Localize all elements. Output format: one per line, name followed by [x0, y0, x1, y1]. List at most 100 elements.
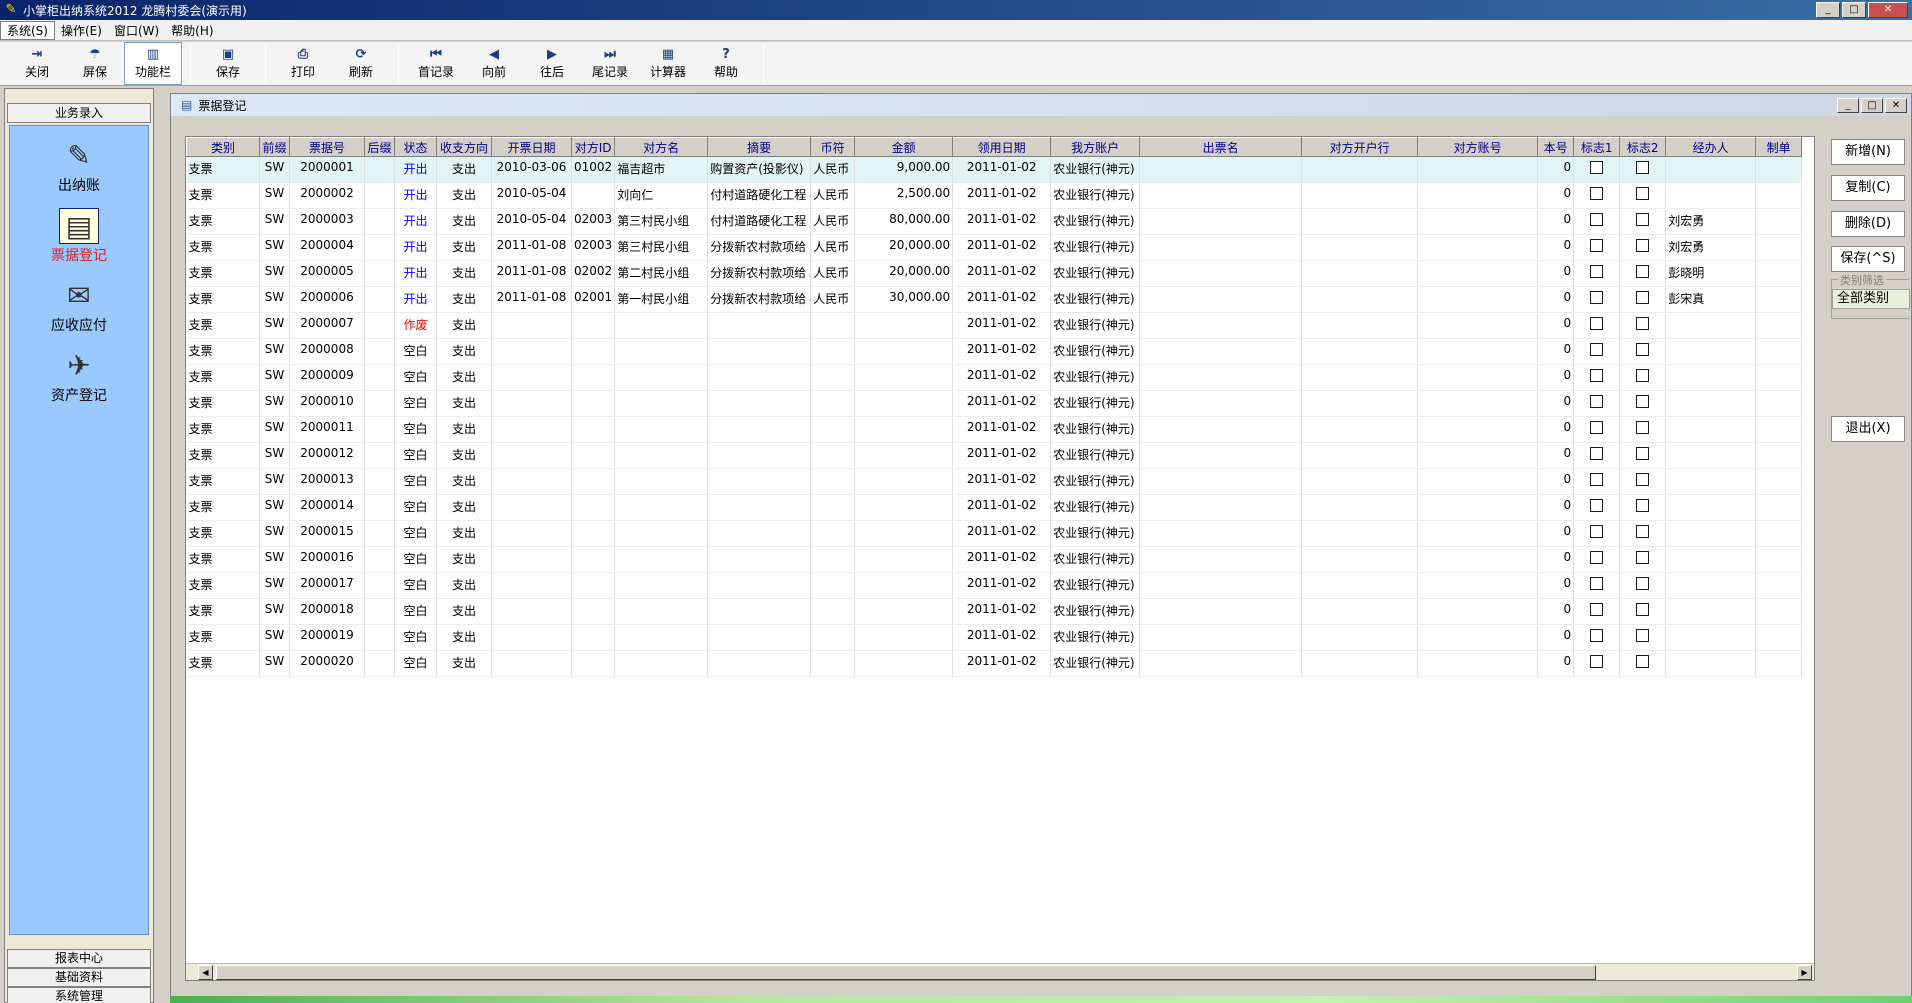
table-cell[interactable] [1619, 390, 1667, 417]
column-header[interactable]: 标志2 [1619, 137, 1667, 157]
table-cell[interactable] [1665, 494, 1757, 521]
table-cell[interactable]: 支票 [186, 442, 260, 469]
table-cell[interactable] [491, 624, 572, 651]
table-cell[interactable]: 支票 [186, 208, 260, 235]
table-cell[interactable]: 人民币 [810, 286, 856, 313]
table-cell[interactable] [364, 364, 395, 391]
table-cell[interactable] [810, 312, 856, 339]
table-cell[interactable]: 作废 [394, 312, 437, 339]
table-cell[interactable] [1417, 260, 1539, 287]
table-cell[interactable] [364, 416, 395, 443]
table-cell[interactable] [1301, 572, 1419, 599]
table-cell[interactable]: 农业银行(神元) [1050, 546, 1141, 573]
table-cell[interactable] [491, 494, 572, 521]
column-header[interactable]: 金额 [854, 137, 954, 157]
table-cell[interactable]: 刘宏勇 [1665, 234, 1757, 261]
table-cell[interactable]: 开出 [394, 286, 437, 313]
table-cell[interactable] [1755, 260, 1803, 287]
table-cell[interactable] [1301, 234, 1419, 261]
table-cell[interactable] [364, 182, 395, 209]
table-cell[interactable] [854, 364, 954, 391]
table-cell[interactable] [1573, 624, 1621, 651]
table-cell[interactable]: 2011-01-02 [952, 312, 1052, 339]
flag-checkbox[interactable] [1636, 369, 1650, 382]
table-cell[interactable]: 2011-01-02 [952, 572, 1052, 599]
table-cell[interactable]: SW [259, 598, 290, 625]
table-cell[interactable] [1665, 182, 1757, 209]
table-cell[interactable] [364, 234, 395, 261]
table-cell[interactable] [707, 598, 812, 625]
table-cell[interactable] [1755, 572, 1803, 599]
table-cell[interactable] [810, 546, 856, 573]
table-cell[interactable]: 分拨新农村款项给 [707, 234, 812, 261]
table-cell[interactable]: 空白 [394, 468, 437, 495]
table-cell[interactable] [707, 520, 812, 547]
table-cell[interactable]: 20,000.00 [854, 234, 954, 261]
table-cell[interactable]: 支出 [436, 208, 492, 235]
table-cell[interactable]: SW [259, 156, 290, 183]
table-cell[interactable]: 2000012 [289, 442, 365, 469]
table-cell[interactable] [571, 572, 616, 599]
table-cell[interactable] [854, 520, 954, 547]
table-row[interactable]: 支票 SW 2000002 开出 支出 2010-05-04 刘向仁 付村道路硬化工程 人民币 2… [186, 182, 1803, 209]
table-cell[interactable] [1301, 338, 1419, 365]
table-cell[interactable]: 支票 [186, 234, 260, 261]
table-cell[interactable]: 0 [1537, 598, 1575, 625]
flag-checkbox[interactable] [1636, 499, 1650, 512]
table-cell[interactable]: 2011-01-02 [952, 156, 1052, 183]
table-cell[interactable] [1139, 650, 1303, 677]
table-cell[interactable] [1665, 416, 1757, 443]
table-cell[interactable]: 农业银行(神元) [1050, 494, 1141, 521]
table-cell[interactable] [364, 520, 395, 547]
table-cell[interactable] [1619, 338, 1667, 365]
table-cell[interactable]: 福吉超市 [614, 156, 709, 183]
table-cell[interactable]: 2011-01-02 [952, 260, 1052, 287]
help-button[interactable]: ? 帮助 [697, 42, 755, 85]
table-cell[interactable]: 支出 [436, 598, 492, 625]
table-cell[interactable]: 2000020 [289, 650, 365, 677]
flag-checkbox[interactable] [1590, 161, 1604, 174]
table-cell[interactable] [364, 442, 395, 469]
table-cell[interactable] [854, 624, 954, 651]
table-cell[interactable] [1755, 390, 1803, 417]
table-cell[interactable] [364, 338, 395, 365]
table-cell[interactable] [1139, 546, 1303, 573]
table-cell[interactable] [571, 416, 616, 443]
table-cell[interactable]: 空白 [394, 416, 437, 443]
table-cell[interactable]: 2,500.00 [854, 182, 954, 209]
table-cell[interactable]: SW [259, 442, 290, 469]
table-cell[interactable]: SW [259, 234, 290, 261]
table-cell[interactable]: 2000016 [289, 546, 365, 573]
table-cell[interactable]: 支出 [436, 572, 492, 599]
table-cell[interactable]: 2011-01-02 [952, 598, 1052, 625]
table-cell[interactable] [1417, 520, 1539, 547]
table-cell[interactable]: 支票 [186, 182, 260, 209]
table-cell[interactable]: 支出 [436, 286, 492, 313]
table-cell[interactable]: 2010-05-04 [491, 208, 572, 235]
table-cell[interactable] [1139, 572, 1303, 599]
table-cell[interactable] [1417, 234, 1539, 261]
table-cell[interactable] [491, 312, 572, 339]
table-cell[interactable]: 人民币 [810, 208, 856, 235]
flag-checkbox[interactable] [1636, 343, 1650, 356]
table-row[interactable]: 支票 SW 2000004 开出 支出 2011-01-08 02003 第三村民小组 分拨新农… [186, 234, 1803, 261]
table-cell[interactable]: 空白 [394, 598, 437, 625]
table-cell[interactable] [1619, 598, 1667, 625]
table-cell[interactable]: 农业银行(神元) [1050, 520, 1141, 547]
table-cell[interactable]: 支票 [186, 364, 260, 391]
column-header[interactable]: 制单 [1755, 137, 1803, 157]
table-cell[interactable] [1139, 468, 1303, 495]
flag-checkbox[interactable] [1590, 395, 1604, 408]
table-cell[interactable] [1619, 520, 1667, 547]
table-cell[interactable] [1755, 494, 1803, 521]
table-cell[interactable]: 支出 [436, 442, 492, 469]
sidebar-item-bill-register[interactable]: ▤ 票据登记 [10, 208, 148, 266]
column-header[interactable]: 开票日期 [491, 137, 572, 157]
table-cell[interactable]: 人民币 [810, 234, 856, 261]
table-cell[interactable] [1619, 624, 1667, 651]
table-cell[interactable]: 第一村民小组 [614, 286, 709, 313]
table-cell[interactable]: 0 [1537, 624, 1575, 651]
scroll-right-arrow-icon[interactable]: ▶ [1797, 965, 1812, 980]
table-cell[interactable]: 2011-01-02 [952, 234, 1052, 261]
table-row[interactable]: 支票 SW 2000019 空白 支出 2011-01-02 农业银行(神元) 0 [186, 624, 1803, 651]
